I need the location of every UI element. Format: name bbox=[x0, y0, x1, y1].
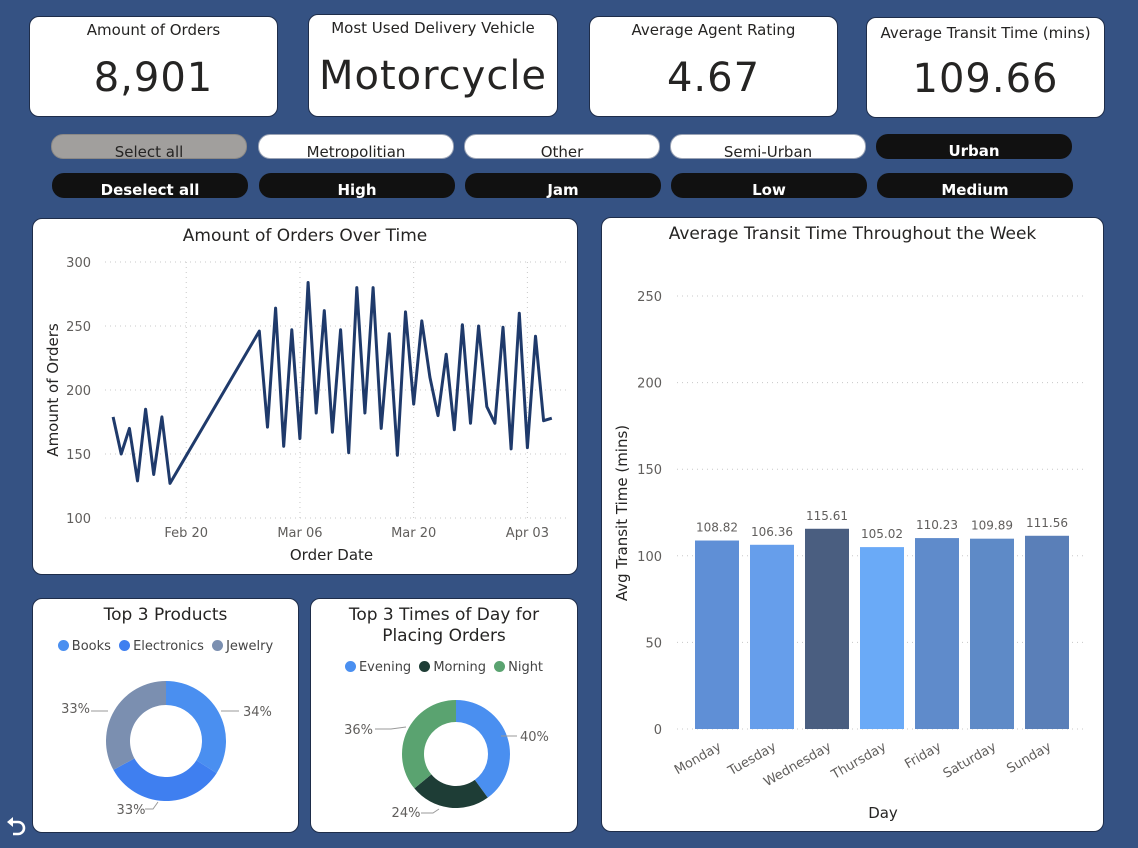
slice-percent-label: 40% bbox=[520, 730, 549, 745]
slice-night bbox=[402, 700, 456, 789]
bar-value-label: 108.82 bbox=[696, 521, 738, 535]
slice-evening bbox=[456, 700, 510, 798]
slicer-jam[interactable]: Jam bbox=[465, 173, 661, 198]
slice-leader-line bbox=[421, 808, 440, 814]
kpi-card-transit: Average Transit Time (mins) 109.66 bbox=[866, 17, 1105, 118]
back-arrow-icon[interactable] bbox=[5, 814, 27, 838]
kpi-card-rating: Average Agent Rating 4.67 bbox=[589, 16, 838, 117]
y-tick-label: 100 bbox=[637, 550, 662, 565]
kpi-value: Motorcycle bbox=[318, 53, 548, 99]
kpi-value: 109.66 bbox=[912, 56, 1059, 102]
y-axis-title: Amount of Orders bbox=[44, 323, 62, 457]
slice-leader-line bbox=[375, 726, 407, 730]
slicer-urban[interactable]: Urban bbox=[876, 134, 1072, 159]
slice-percent-label: 34% bbox=[243, 705, 272, 720]
times-of-day-card: Top 3 Times of Day for Placing Orders Ev… bbox=[310, 598, 578, 833]
transit-week-card: Average Transit Time Throughout the Week… bbox=[601, 217, 1104, 832]
orders-series-line bbox=[111, 281, 553, 485]
kpi-card-vehicle: Most Used Delivery Vehicle Motorcycle bbox=[308, 14, 558, 117]
slice-percent-label: 33% bbox=[117, 803, 146, 818]
slice-leader-line bbox=[145, 801, 159, 810]
top-products-card: Top 3 Products Books Electronics Jewelry… bbox=[32, 598, 299, 833]
y-tick-label: 250 bbox=[66, 320, 91, 335]
slice-books bbox=[166, 681, 227, 774]
times-donut: 40% 24% 36% bbox=[344, 700, 549, 821]
x-tick-label: Mar 20 bbox=[391, 526, 436, 541]
slicer-other[interactable]: Other bbox=[464, 134, 660, 159]
y-tick-label: 300 bbox=[66, 256, 91, 271]
kpi-card-orders: Amount of Orders 8,901 bbox=[29, 16, 278, 117]
slicer-semi-urban[interactable]: Semi-Urban bbox=[670, 134, 866, 159]
y-tick-label: 200 bbox=[637, 377, 662, 392]
kpi-label: Most Used Delivery Vehicle bbox=[331, 19, 535, 37]
bar-value-label: 115.61 bbox=[806, 509, 848, 523]
bar-value-label: 111.56 bbox=[1026, 516, 1068, 530]
kpi-label: Average Transit Time (mins) bbox=[880, 24, 1091, 42]
x-tick-label: Apr 03 bbox=[506, 526, 549, 541]
x-tick-label: Friday bbox=[902, 739, 944, 772]
slicer-medium[interactable]: Medium bbox=[877, 173, 1073, 198]
y-tick-label: 200 bbox=[66, 384, 91, 399]
slice-electronics bbox=[113, 758, 217, 801]
bar-sunday bbox=[1025, 535, 1069, 729]
bar-tuesday bbox=[750, 544, 794, 729]
slice-percent-label: 24% bbox=[392, 806, 421, 821]
bar-value-label: 106.36 bbox=[751, 525, 793, 539]
kpi-label: Amount of Orders bbox=[86, 21, 221, 39]
bar-saturday bbox=[970, 538, 1014, 729]
y-tick-label: 250 bbox=[637, 290, 662, 305]
bar-value-label: 109.89 bbox=[971, 519, 1013, 533]
slice-jewelry bbox=[105, 681, 166, 770]
bar-wednesday bbox=[805, 528, 849, 729]
y-tick-label: 0 bbox=[654, 723, 662, 738]
bar-thursday bbox=[860, 547, 904, 729]
x-tick-label: Mar 06 bbox=[277, 526, 322, 541]
x-tick-label: Sunday bbox=[1004, 739, 1054, 776]
y-tick-label: 150 bbox=[66, 448, 91, 463]
bar-value-label: 105.02 bbox=[861, 527, 903, 541]
bar-monday bbox=[695, 540, 739, 729]
bar-friday bbox=[915, 538, 959, 729]
products-donut: 34% 33% 33% bbox=[61, 681, 272, 818]
x-axis-title: Day bbox=[868, 804, 898, 822]
kpi-value: 8,901 bbox=[93, 55, 214, 101]
slice-percent-label: 36% bbox=[344, 723, 373, 738]
slicer-high[interactable]: High bbox=[259, 173, 455, 198]
slice-percent-label: 33% bbox=[61, 702, 90, 717]
x-tick-label: Feb 20 bbox=[164, 526, 208, 541]
transit-bar-chart: 050100150200250108.82Monday106.36Tuesday… bbox=[613, 290, 1087, 822]
bar-value-label: 110.23 bbox=[916, 518, 958, 532]
kpi-label: Average Agent Rating bbox=[631, 21, 796, 39]
y-tick-label: 150 bbox=[637, 463, 662, 478]
slicer-low[interactable]: Low bbox=[671, 173, 867, 198]
x-tick-label: Saturday bbox=[941, 739, 999, 781]
y-tick-label: 100 bbox=[66, 512, 91, 527]
orders-line-chart: 100 150 200 250 300 Feb 20 Mar 06 Mar 20 Apr 03 O… bbox=[44, 256, 568, 564]
slicer-deselect-all[interactable]: Deselect all bbox=[52, 173, 248, 198]
y-axis-title: Avg Transit Time (mins) bbox=[613, 425, 631, 601]
kpi-value: 4.67 bbox=[666, 55, 761, 101]
x-tick-label: Monday bbox=[672, 739, 724, 778]
y-tick-label: 50 bbox=[645, 636, 662, 651]
slicer-select-all[interactable]: Select all bbox=[51, 134, 247, 159]
slicer-metropolitian[interactable]: Metropolitian bbox=[258, 134, 454, 159]
x-axis-title: Order Date bbox=[290, 546, 373, 564]
orders-over-time-card: Amount of Orders Over Time 100 150 200 250 3… bbox=[32, 218, 578, 575]
x-tick-label: Thursday bbox=[828, 739, 889, 783]
